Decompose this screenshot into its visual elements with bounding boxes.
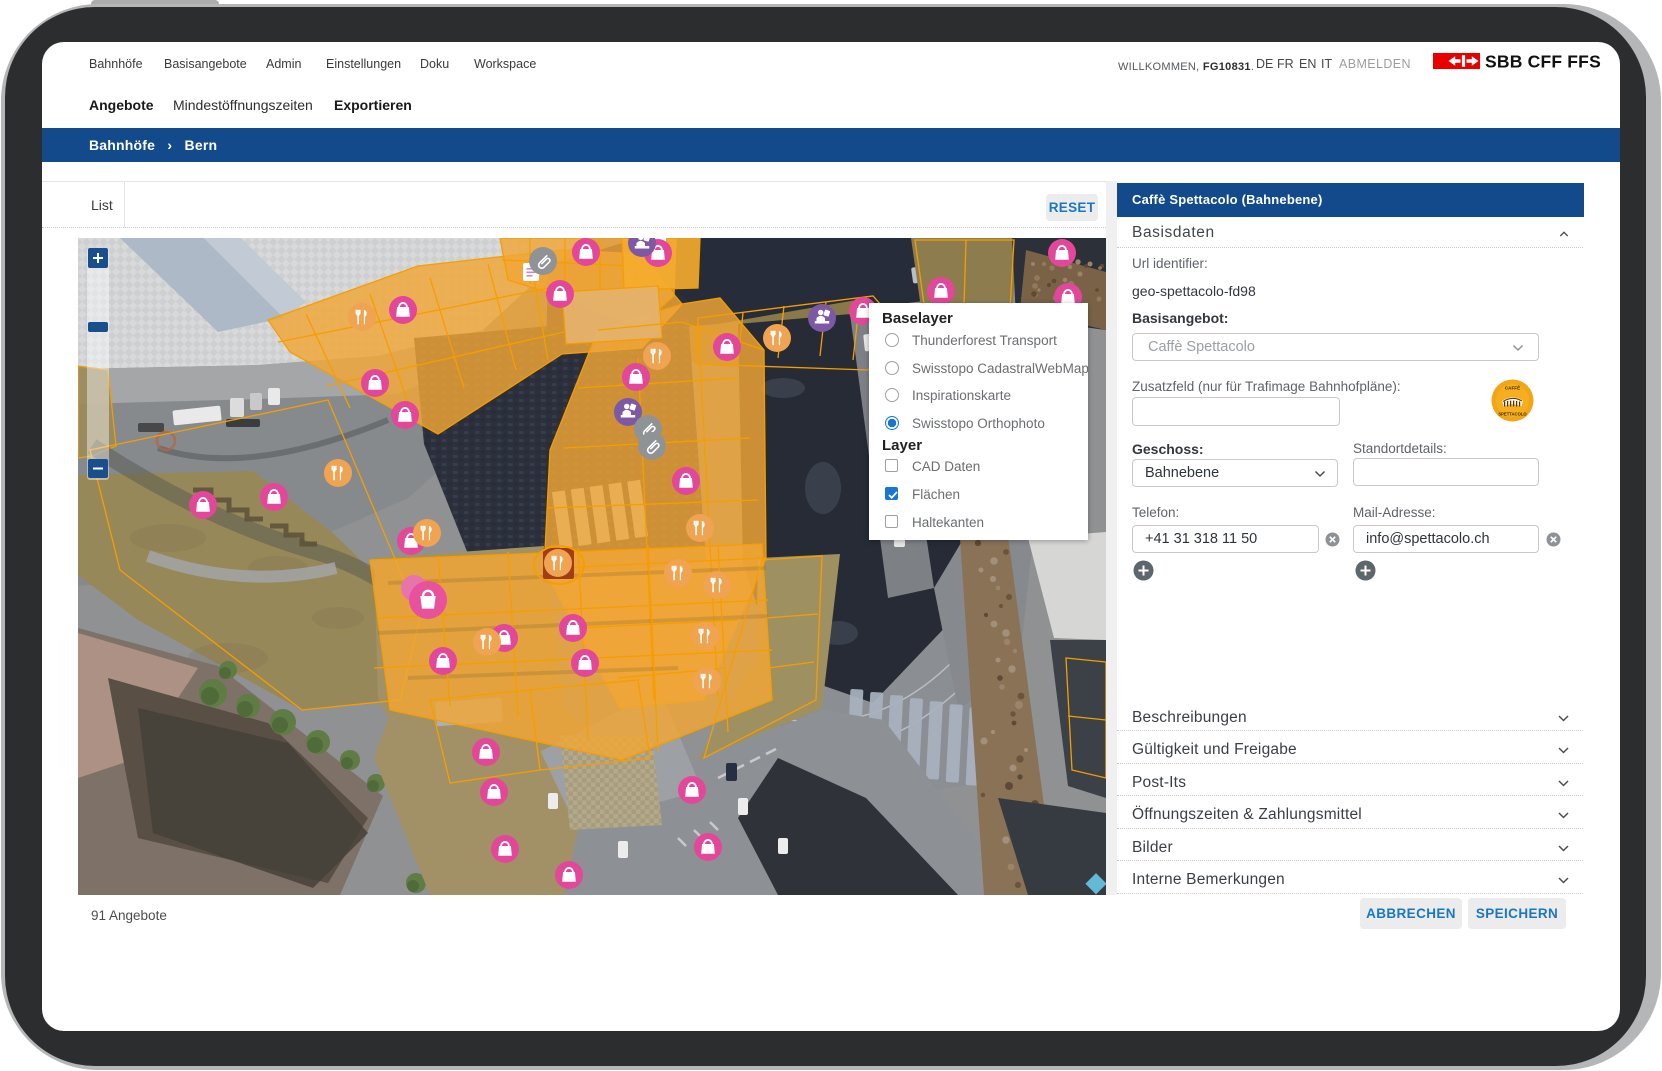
svg-text:SPETTACOLO: SPETTACOLO	[1498, 412, 1527, 417]
svg-text:CAFFÈ: CAFFÈ	[1505, 384, 1520, 391]
svg-text:SBB CFF FFS: SBB CFF FFS	[1485, 52, 1601, 72]
